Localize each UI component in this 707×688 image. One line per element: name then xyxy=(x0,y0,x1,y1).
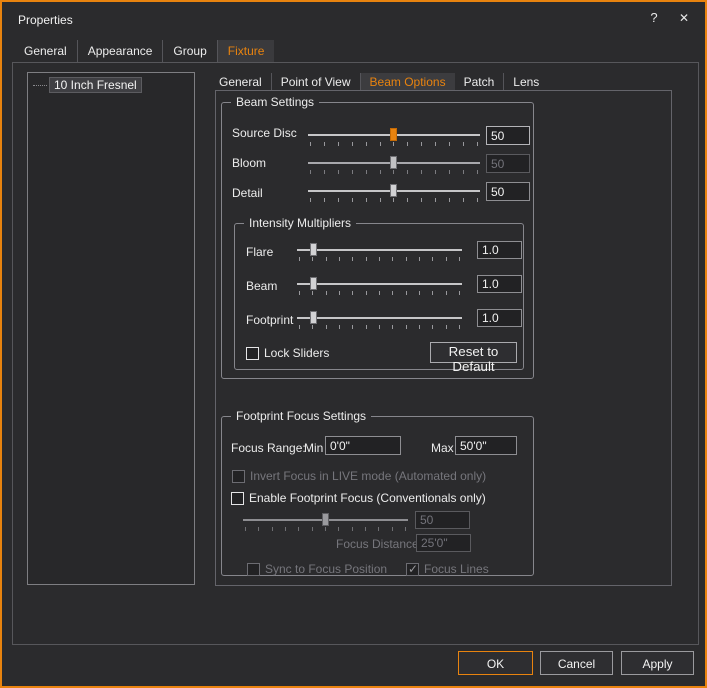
detail-label: Detail xyxy=(232,186,263,200)
enable-footprint-focus-label: Enable Footprint Focus (Conventionals on… xyxy=(249,491,486,505)
bloom-thumb xyxy=(390,156,397,169)
tree-branch-icon xyxy=(33,85,47,86)
sync-to-focus-position-row: Sync to Focus Position xyxy=(247,562,387,576)
subtab-patch-label: Patch xyxy=(464,75,495,89)
focus-lines-label: Focus Lines xyxy=(424,562,489,576)
beam-label: Beam xyxy=(246,279,277,293)
flare-slider[interactable] xyxy=(297,240,462,262)
subtab-beam-options-label: Beam Options xyxy=(370,75,446,89)
focus-min-input[interactable] xyxy=(325,436,401,455)
subtab-patch[interactable]: Patch xyxy=(455,73,505,90)
detail-value-input[interactable] xyxy=(486,182,530,201)
tab-group[interactable]: Group xyxy=(163,40,217,62)
source-disc-thumb[interactable] xyxy=(390,128,397,141)
sync-to-focus-position-checkbox xyxy=(247,563,260,576)
focus-lines-row: Focus Lines xyxy=(406,562,489,576)
focus-min-label: Min xyxy=(304,441,323,455)
detail-thumb[interactable] xyxy=(390,184,397,197)
enable-footprint-focus-row[interactable]: Enable Footprint Focus (Conventionals on… xyxy=(231,491,486,505)
tab-appearance[interactable]: Appearance xyxy=(78,40,164,62)
source-disc-ticks xyxy=(310,142,478,147)
flare-track xyxy=(297,249,462,251)
beam-thumb[interactable] xyxy=(310,277,317,290)
beam-settings-title: Beam Settings xyxy=(231,95,319,109)
tab-fixture-label: Fixture xyxy=(228,44,265,58)
footprint-value-input[interactable] xyxy=(477,309,522,327)
reset-to-default-button[interactable]: Reset to Default xyxy=(430,342,517,363)
beam-value-input[interactable] xyxy=(477,275,522,293)
lock-sliders-checkbox[interactable] xyxy=(246,347,259,360)
bloom-value-input xyxy=(486,154,530,173)
enable-footprint-focus-checkbox[interactable] xyxy=(231,492,244,505)
cancel-button[interactable]: Cancel xyxy=(540,651,613,675)
lock-sliders-row[interactable]: Lock Sliders xyxy=(246,346,329,360)
footprint-slider[interactable] xyxy=(297,308,462,330)
ok-button[interactable]: OK xyxy=(458,651,533,675)
bloom-ticks xyxy=(310,170,478,175)
main-tab-bar: General Appearance Group Fixture xyxy=(14,40,274,62)
detail-slider[interactable] xyxy=(308,181,480,203)
footprint-focus-value-input xyxy=(415,511,470,529)
tree-item[interactable]: 10 Inch Fresnel xyxy=(33,77,142,93)
footprint-thumb[interactable] xyxy=(310,311,317,324)
invert-focus-label: Invert Focus in LIVE mode (Automated onl… xyxy=(250,469,486,483)
footprint-focus-slider xyxy=(243,510,408,532)
subtab-lens-label: Lens xyxy=(513,75,539,89)
fixture-tree[interactable]: 10 Inch Fresnel xyxy=(27,72,195,585)
source-disc-slider[interactable] xyxy=(308,125,480,147)
flare-ticks xyxy=(299,257,460,262)
tree-item-label: 10 Inch Fresnel xyxy=(49,77,142,93)
focus-lines-checkbox xyxy=(406,563,419,576)
focus-distance-input xyxy=(416,534,471,552)
focus-range-label: Focus Range: xyxy=(231,441,306,455)
detail-ticks xyxy=(310,198,478,203)
tab-fixture[interactable]: Fixture xyxy=(218,40,275,62)
intensity-multipliers-group: Intensity Multipliers Flare Beam Footpri… xyxy=(234,223,524,370)
beam-slider[interactable] xyxy=(297,274,462,296)
focus-max-input[interactable] xyxy=(455,436,517,455)
source-disc-label: Source Disc xyxy=(232,126,297,140)
focus-max-label: Max xyxy=(431,441,454,455)
flare-value-input[interactable] xyxy=(477,241,522,259)
close-icon[interactable]: ✕ xyxy=(673,8,695,28)
subtab-general[interactable]: General xyxy=(210,73,272,90)
bloom-label: Bloom xyxy=(232,156,266,170)
subtab-point-of-view-label: Point of View xyxy=(281,75,351,89)
window-title: Properties xyxy=(18,13,73,27)
tab-general[interactable]: General xyxy=(14,40,78,62)
apply-button[interactable]: Apply xyxy=(621,651,694,675)
subtab-lens[interactable]: Lens xyxy=(504,73,548,90)
footprint-focus-thumb xyxy=(322,513,329,526)
bloom-slider xyxy=(308,153,480,175)
subtab-beam-options[interactable]: Beam Options xyxy=(361,73,455,90)
beam-track xyxy=(297,283,462,285)
tab-group-label: Group xyxy=(173,44,206,58)
footprint-label: Footprint xyxy=(246,313,293,327)
tab-general-label: General xyxy=(24,44,67,58)
beam-settings-group: Beam Settings Source Disc Bloom Detail I… xyxy=(221,102,534,379)
beam-ticks xyxy=(299,291,460,296)
footprint-focus-settings-title: Footprint Focus Settings xyxy=(231,409,371,423)
properties-dialog: Properties ? ✕ General Appearance Group … xyxy=(0,0,707,688)
sync-to-focus-position-label: Sync to Focus Position xyxy=(265,562,387,576)
help-icon[interactable]: ? xyxy=(643,8,665,28)
lock-sliders-label: Lock Sliders xyxy=(264,346,329,360)
footprint-track xyxy=(297,317,462,319)
footprint-focus-settings-group: Footprint Focus Settings Focus Range: Mi… xyxy=(221,416,534,576)
subtab-point-of-view[interactable]: Point of View xyxy=(272,73,361,90)
subtab-general-label: General xyxy=(219,75,262,89)
flare-thumb[interactable] xyxy=(310,243,317,256)
footprint-ticks xyxy=(299,325,460,330)
tab-appearance-label: Appearance xyxy=(88,44,153,58)
invert-focus-row: Invert Focus in LIVE mode (Automated onl… xyxy=(232,469,486,483)
title-bar: Properties ? ✕ xyxy=(2,2,705,36)
focus-distance-label: Focus Distance xyxy=(336,537,419,551)
intensity-multipliers-title: Intensity Multipliers xyxy=(244,216,356,230)
footprint-focus-ticks xyxy=(245,527,406,532)
invert-focus-checkbox xyxy=(232,470,245,483)
fixture-sub-tab-bar: General Point of View Beam Options Patch… xyxy=(210,73,548,90)
source-disc-value-input[interactable] xyxy=(486,126,530,145)
flare-label: Flare xyxy=(246,245,273,259)
